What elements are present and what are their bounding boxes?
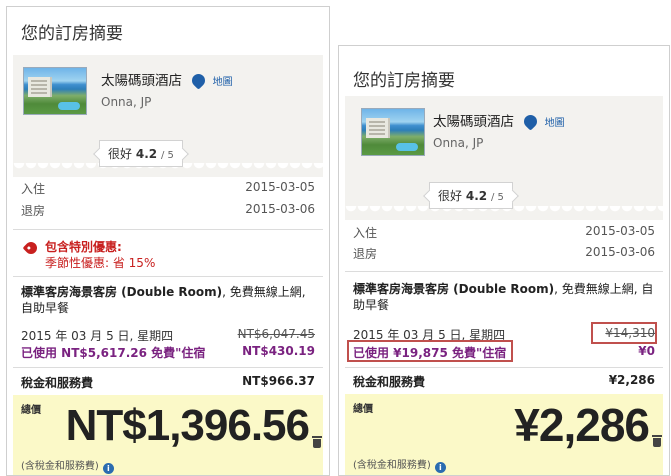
checkout-row: 退房 2015-03-06 [353, 245, 655, 262]
checkin-row: 入住 2015-03-05 [21, 180, 315, 197]
total-note: (含稅金和服務費) i [21, 457, 114, 474]
night-row: 2015 年 03 月 5 日, 星期四 NT$6,047.45 [21, 327, 315, 344]
divider [13, 367, 323, 368]
checkout-label: 退房 [353, 247, 378, 261]
checkin-row: 入住 2015-03-05 [353, 224, 655, 241]
divider [345, 271, 663, 272]
hotel-location: Onna, JP [433, 136, 484, 150]
rating-score: 4.2 [135, 147, 158, 161]
map-link[interactable]: 地圖 [213, 77, 233, 88]
map-pin-icon[interactable] [521, 112, 540, 131]
rating-label: 很好 [108, 147, 133, 161]
checkin-label: 入住 [21, 182, 46, 196]
free-night-remaining: NT$430.19 [242, 344, 315, 358]
summary-title: 您的訂房摘要 [21, 24, 123, 44]
room-name: 標準客房海景客房 (Double Room) [353, 282, 555, 296]
total-box: 總價 ¥2,286 (含稅金和服務費) i [345, 394, 663, 475]
tax-value: ¥2,286 [608, 373, 655, 387]
room-name: 標準客房海景客房 (Double Room) [21, 285, 223, 299]
checkout-row: 退房 2015-03-06 [21, 202, 315, 219]
promo-detail: 季節性優惠: 省 15% [45, 256, 156, 270]
checkin-label: 入住 [353, 226, 378, 240]
original-price-highlight [591, 322, 657, 344]
info-icon[interactable]: i [102, 463, 114, 474]
divider [13, 276, 323, 277]
night-original-price: NT$6,047.45 [237, 327, 315, 341]
rating-out-of: / 5 [490, 192, 504, 203]
tax-label: 稅金和服務費 [353, 375, 426, 389]
divider [345, 367, 663, 368]
hotel-photo[interactable] [23, 67, 87, 115]
hotel-name[interactable]: 太陽碼頭酒店 [101, 73, 182, 89]
promo-title: 包含特別優惠: [45, 240, 122, 254]
total-label: 總價 [353, 404, 373, 415]
checkin-date: 2015-03-05 [585, 224, 655, 238]
rating-badge: 很好 4.2 / 5 [99, 140, 183, 167]
tax-row: 稅金和服務費 NT$966.37 [21, 374, 315, 391]
rating-label: 很好 [438, 189, 463, 203]
total-box: 總價 NT$1,396.56 (含稅金和服務費) i [13, 395, 323, 475]
rating-out-of: / 5 [160, 150, 174, 161]
tax-row: 稅金和服務費 ¥2,286 [353, 373, 655, 390]
booking-summary-panel-right: 您的訂房摘要 太陽碼頭酒店 地圖 Onna, JP 很好 4.2 / 5 入住 … [338, 45, 670, 476]
free-night-row: 已使用 NT$5,617.26 免費"住宿 NT$430.19 [21, 344, 315, 361]
map-link[interactable]: 地圖 [545, 118, 565, 129]
total-note-text: (含稅金和服務費) [353, 460, 431, 471]
room-description: 標準客房海景客房 (Double Room), 免費無線上網, 自助早餐 [21, 284, 319, 316]
hotel-name-row: 太陽碼頭酒店 地圖 [101, 69, 233, 90]
total-amount: NT$1,396.56 [65, 401, 310, 450]
total-amount: ¥2,286 [514, 399, 650, 451]
rating-badge: 很好 4.2 / 5 [429, 182, 513, 209]
info-icon[interactable]: i [434, 462, 446, 473]
free-night-highlight [347, 340, 513, 362]
hotel-photo[interactable] [361, 108, 425, 156]
booking-summary-panel-left: 您的訂房摘要 太陽碼頭酒店 地圖 Onna, JP 很好 4.2 / 5 入住 … [6, 6, 330, 476]
room-description: 標準客房海景客房 (Double Room), 免費無線上網, 自助早餐 [353, 281, 659, 313]
trash-icon[interactable] [312, 436, 322, 448]
summary-title: 您的訂房摘要 [353, 71, 455, 91]
checkin-date: 2015-03-05 [245, 180, 315, 194]
map-pin-icon[interactable] [189, 71, 208, 90]
tag-icon [22, 239, 40, 257]
hotel-name[interactable]: 太陽碼頭酒店 [433, 114, 514, 130]
total-note: (含稅金和服務費) i [353, 456, 446, 473]
tax-value: NT$966.37 [242, 374, 315, 388]
tax-label: 稅金和服務費 [21, 376, 94, 390]
hotel-location: Onna, JP [101, 95, 152, 109]
rating-score: 4.2 [465, 189, 488, 203]
checkout-label: 退房 [21, 204, 46, 218]
night-date: 2015 年 03 月 5 日, 星期四 [21, 329, 174, 343]
trash-icon[interactable] [652, 435, 662, 447]
total-note-text: (含稅金和服務費) [21, 461, 99, 472]
divider [13, 229, 323, 230]
checkout-date: 2015-03-06 [585, 245, 655, 259]
free-night-remaining: ¥0 [638, 344, 655, 358]
hotel-name-row: 太陽碼頭酒店 地圖 [433, 110, 565, 131]
checkout-date: 2015-03-06 [245, 202, 315, 216]
total-label: 總價 [21, 405, 41, 416]
free-night-label: 已使用 NT$5,617.26 免費"住宿 [21, 346, 206, 360]
